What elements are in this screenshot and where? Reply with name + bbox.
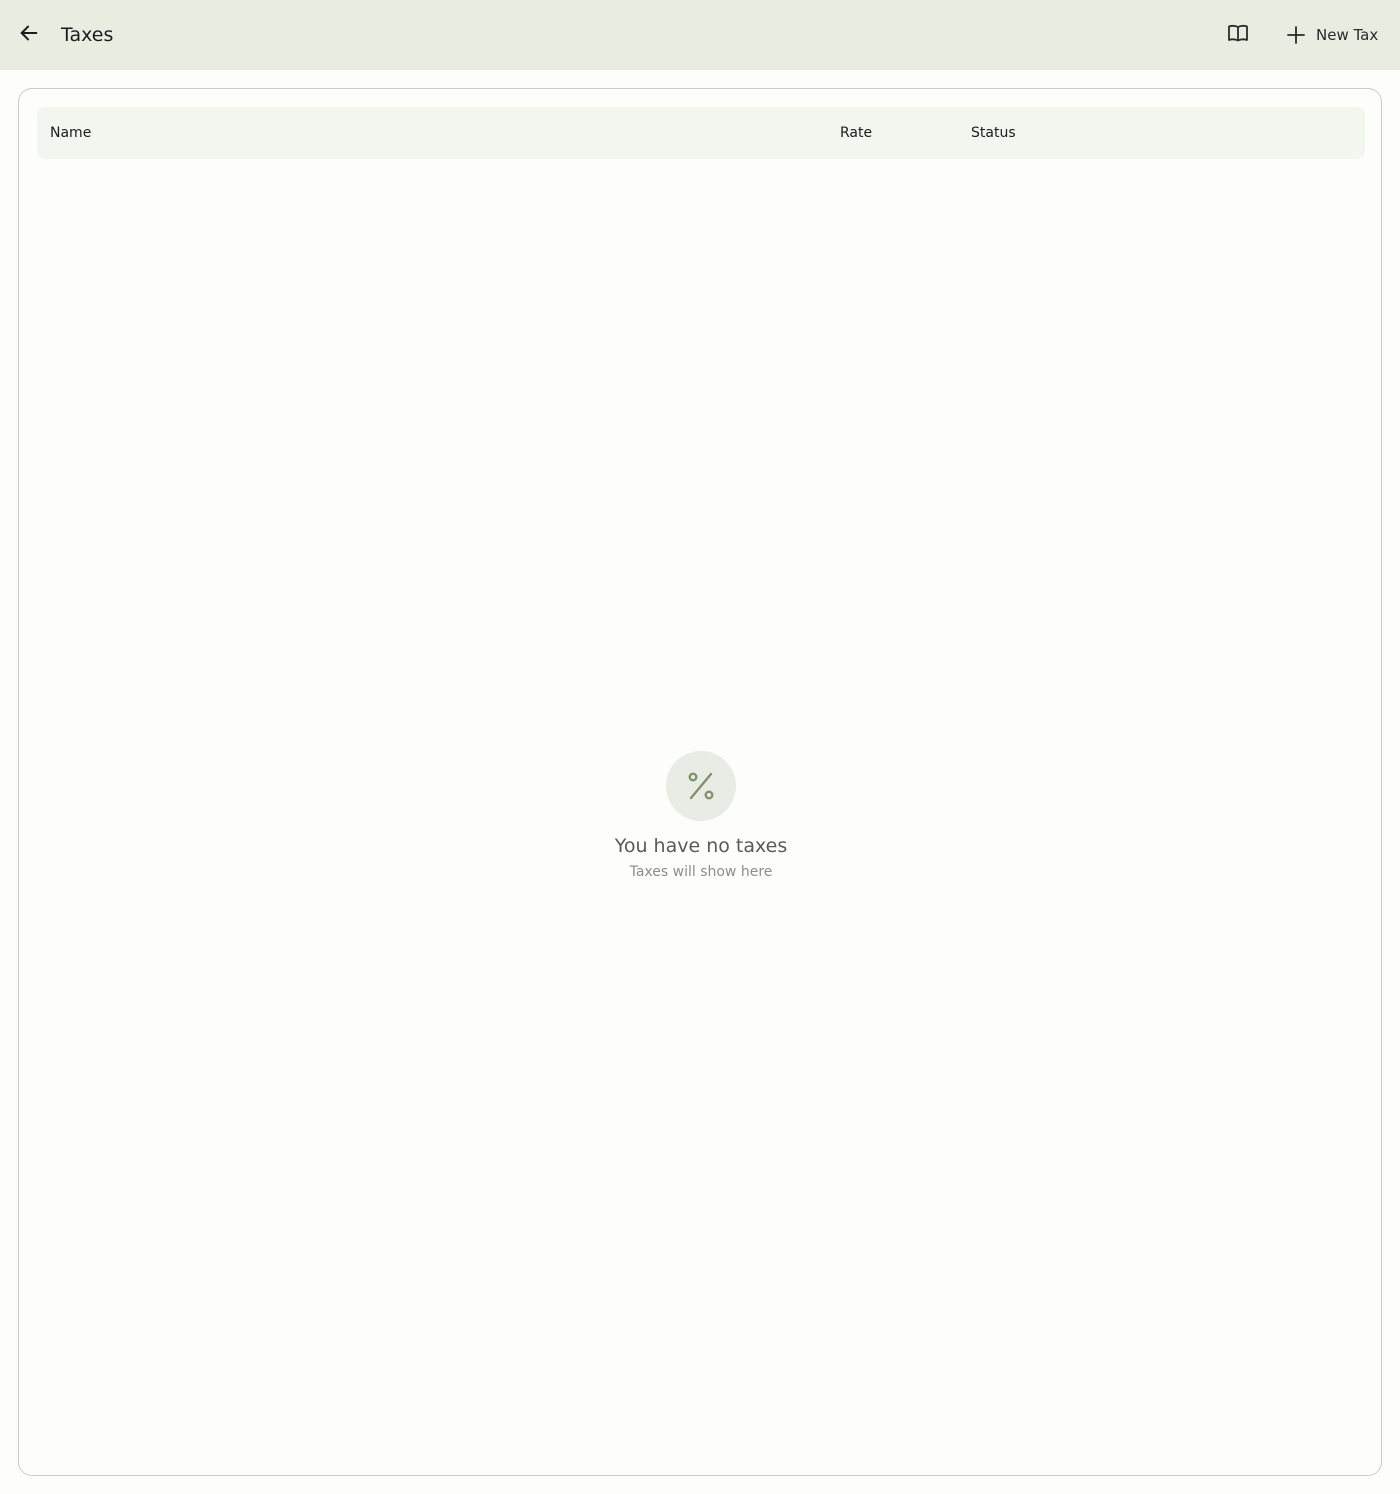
empty-state-subtitle: Taxes will show here — [629, 864, 773, 880]
column-header-rate[interactable]: Rate — [840, 107, 872, 159]
back-button[interactable] — [12, 17, 46, 53]
page-title: Taxes — [61, 24, 114, 46]
table-header-row: Name Rate Status — [37, 107, 1365, 159]
empty-state-title: You have no taxes — [614, 835, 788, 857]
plus-icon — [1286, 25, 1306, 45]
arrow-left-icon — [18, 22, 40, 48]
book-open-icon — [1226, 21, 1250, 49]
new-tax-button[interactable]: New Tax — [1280, 17, 1386, 53]
taxes-table-card: Name Rate Status You have no taxes Taxes… — [18, 88, 1382, 1476]
new-tax-label: New Tax — [1316, 26, 1379, 44]
percent-icon — [666, 751, 736, 821]
docs-button[interactable] — [1220, 17, 1256, 53]
empty-state: You have no taxes Taxes will show here — [19, 751, 1383, 880]
column-header-name[interactable]: Name — [50, 107, 91, 159]
column-header-status[interactable]: Status — [971, 107, 1016, 159]
top-bar: Taxes New Tax — [0, 0, 1400, 70]
